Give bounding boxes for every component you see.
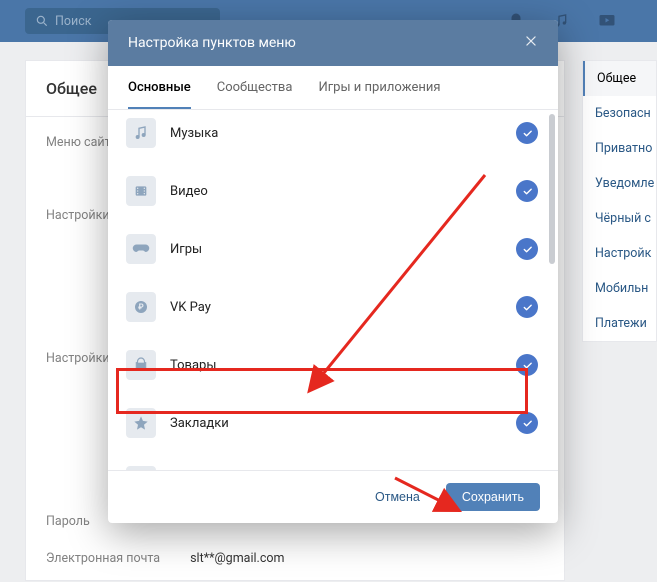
menu-item-bookmarks[interactable]: Закладки: [108, 394, 558, 452]
sidenav-item-blacklist[interactable]: Чёрный с: [583, 201, 656, 236]
list-scrollbar[interactable]: [549, 114, 555, 264]
sidenav-item-general[interactable]: Общее: [583, 61, 656, 96]
ruble-icon: ₽: [126, 292, 156, 322]
tab-games-apps[interactable]: Игры и приложения: [318, 66, 440, 109]
modal-tabs: Основные Сообщества Игры и приложения: [108, 66, 558, 110]
modal-header: Настройка пунктов меню: [108, 20, 558, 66]
bg-email-row: Электронная почта slt**@gmail.com: [26, 547, 564, 580]
menu-item-vkpay[interactable]: ₽ VK Pay: [108, 278, 558, 336]
video-icon: [126, 176, 156, 206]
menu-item-bookmarks-label: Закладки: [170, 416, 516, 431]
menu-item-goods-label: Товары: [170, 358, 516, 373]
menu-item-video[interactable]: Видео: [108, 162, 558, 220]
menu-item-music[interactable]: Музыка: [108, 112, 558, 162]
tab-communities[interactable]: Сообщества: [217, 66, 293, 109]
music-icon: [126, 118, 156, 148]
menu-item-bookmarks-checkbox[interactable]: [516, 412, 538, 434]
close-button[interactable]: [524, 34, 538, 52]
menu-item-vkpay-checkbox[interactable]: [516, 296, 538, 318]
gamepad-icon: [126, 234, 156, 264]
menu-items-list: Музыка Видео Игры ₽ VK Pay: [108, 110, 558, 470]
tab-main[interactable]: Основные: [128, 66, 191, 109]
menu-settings-modal: Настройка пунктов меню Основные Сообщест…: [108, 20, 558, 523]
bg-email-value: slt**@gmail.com: [190, 551, 284, 566]
menu-item-games[interactable]: Игры: [108, 220, 558, 278]
menu-item-video-checkbox[interactable]: [516, 180, 538, 202]
menu-item-games-checkbox[interactable]: [516, 238, 538, 260]
menu-item-goods[interactable]: Товары: [108, 336, 558, 394]
menu-item-goods-checkbox[interactable]: [516, 354, 538, 376]
sidenav-item-security[interactable]: Безопасн: [583, 96, 656, 131]
bg-email-label: Электронная почта: [46, 551, 160, 566]
menu-item-music-label: Музыка: [170, 126, 516, 141]
modal-title: Настройка пунктов меню: [128, 35, 296, 51]
settings-side-nav: Общее Безопасн Приватно Уведомле Чёрный …: [582, 60, 657, 342]
bag-icon: [126, 350, 156, 380]
svg-text:₽: ₽: [138, 303, 144, 312]
menu-item-vkpay-label: VK Pay: [170, 300, 516, 315]
menu-item-music-checkbox[interactable]: [516, 122, 538, 144]
menu-item-docs[interactable]: Документы: [108, 452, 558, 470]
close-icon: [524, 34, 538, 48]
play-topbar-icon[interactable]: [597, 12, 617, 30]
search-placeholder: Поиск: [55, 14, 92, 29]
menu-item-video-label: Видео: [170, 184, 516, 199]
sidenav-item-settings[interactable]: Настройк: [583, 236, 656, 271]
sidenav-item-mobile[interactable]: Мобильн: [583, 271, 656, 306]
modal-footer: Отмена Сохранить: [108, 470, 558, 523]
sidenav-item-privacy[interactable]: Приватно: [583, 131, 656, 166]
save-button[interactable]: Сохранить: [446, 483, 540, 511]
menu-item-games-label: Игры: [170, 242, 516, 257]
sidenav-item-notifications[interactable]: Уведомле: [583, 166, 656, 201]
cancel-button[interactable]: Отмена: [359, 483, 436, 511]
document-icon: [126, 466, 156, 470]
search-icon: [35, 14, 49, 28]
sidenav-item-payments[interactable]: Платежи: [583, 306, 656, 341]
star-icon: [126, 408, 156, 438]
